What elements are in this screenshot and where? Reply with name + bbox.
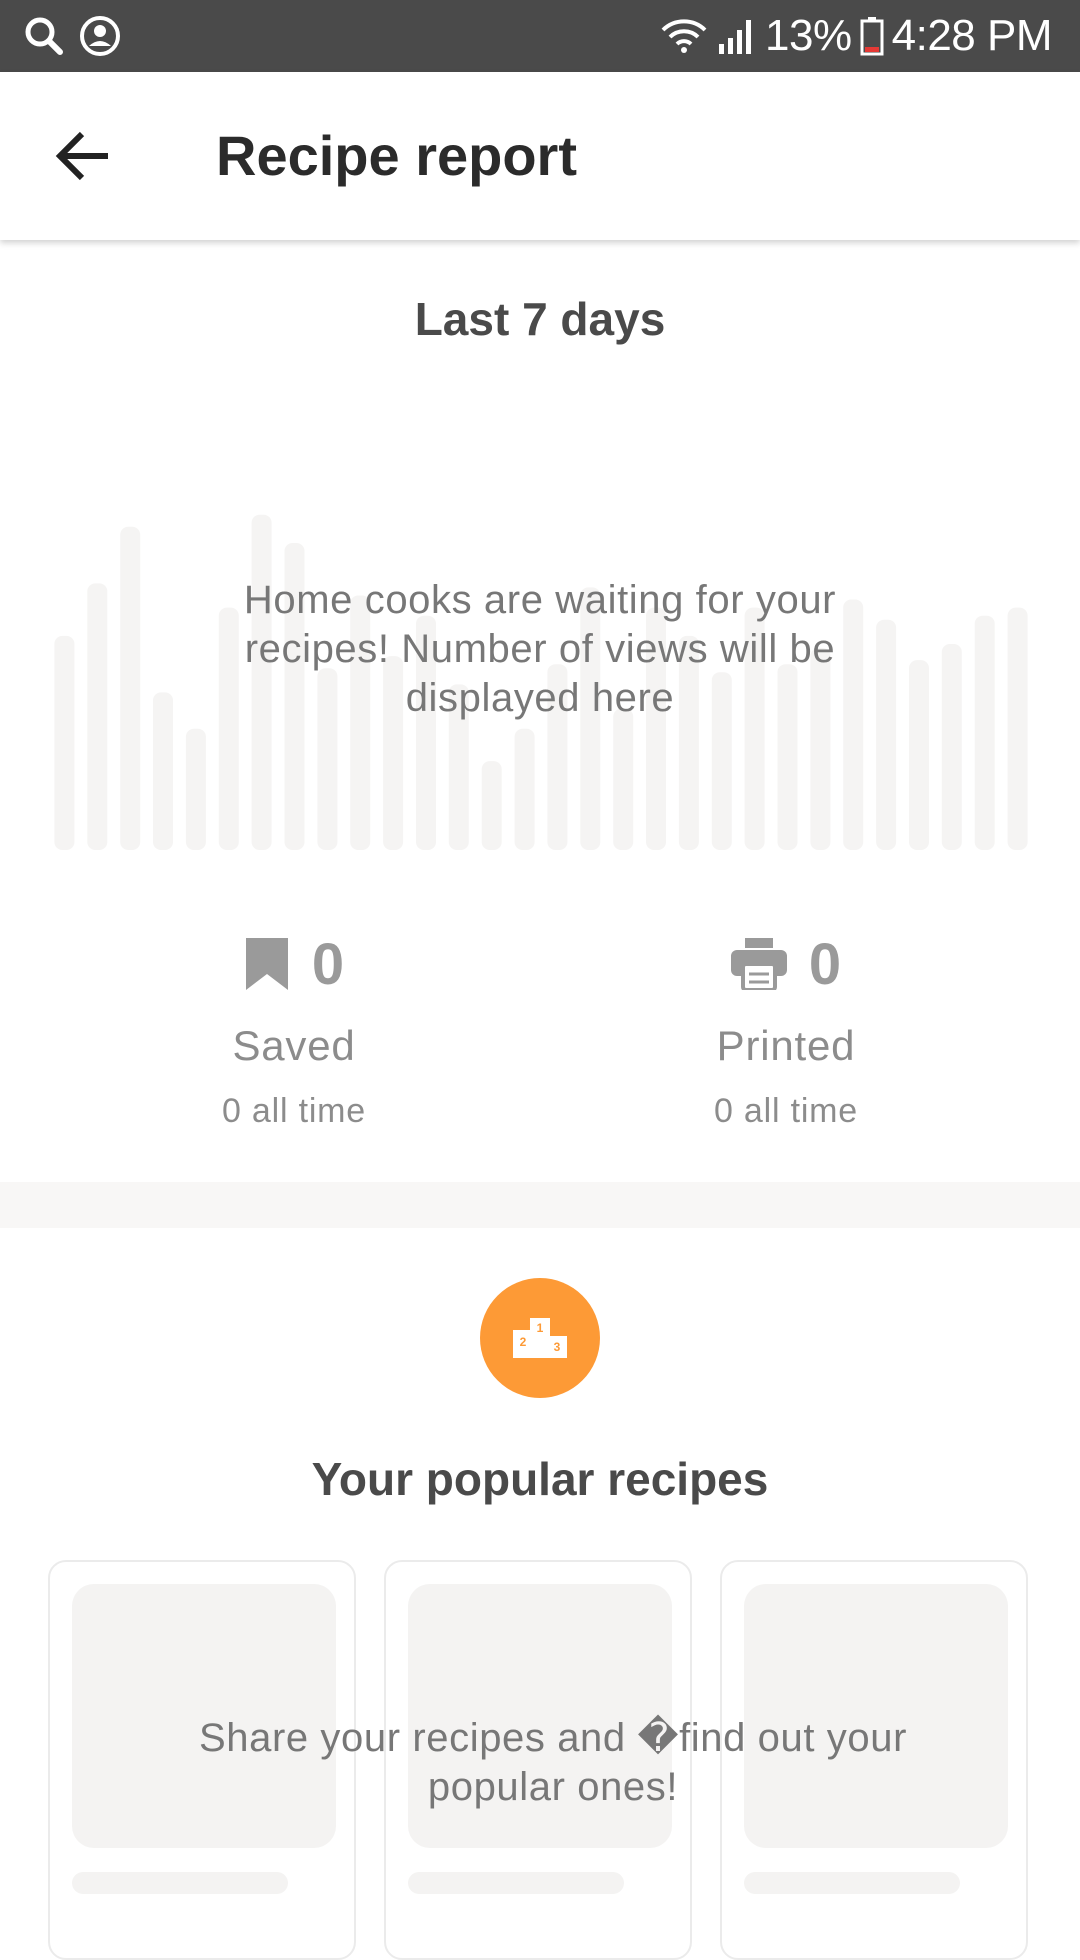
saved-all-time: 0 all time	[221, 1092, 367, 1130]
search-icon	[25, 17, 63, 55]
placeholder-bar	[481, 761, 502, 850]
placeholder-bar	[185, 728, 206, 850]
saved-stat: 0 Saved 0 all time	[94, 926, 494, 1131]
printed-stat: 0 Printed 0 all time	[586, 926, 986, 1131]
placeholder-bar	[941, 644, 962, 850]
printed-count: 0	[808, 931, 842, 997]
status-bar: 13% 4:28 PM	[0, 0, 1080, 72]
period-title: Last 7 days	[414, 293, 666, 345]
placeholder-bar	[613, 708, 634, 850]
podium-place-3: 3	[554, 1340, 561, 1354]
bookmark-icon	[245, 938, 288, 990]
card-title-placeholder	[744, 1872, 960, 1894]
placeholder-bar	[87, 583, 108, 850]
podium-place-2: 2	[520, 1335, 527, 1349]
page-title: Recipe report	[216, 124, 577, 187]
placeholder-bar	[1007, 607, 1028, 850]
printed-label: Printed	[716, 1022, 856, 1069]
popular-recipes-title: Your popular recipes	[311, 1453, 769, 1505]
clock: 4:28 PM	[891, 11, 1053, 60]
placeholder-bar	[153, 692, 173, 850]
saved-count: 0	[311, 931, 345, 997]
placeholder-bar	[514, 728, 535, 850]
saved-label: Saved	[232, 1022, 356, 1069]
views-empty-message: Home cooks are waiting for your recipes!…	[243, 578, 837, 720]
printer-icon	[730, 938, 787, 990]
arrow-left-icon	[55, 131, 108, 181]
placeholder-bar	[54, 635, 75, 850]
account-circle-icon	[80, 16, 120, 56]
section-divider	[0, 1182, 1080, 1228]
popular-empty-message: Share your recipes and �find out your po…	[198, 1716, 908, 1809]
podium-place-1: 1	[537, 1321, 544, 1335]
placeholder-bar	[909, 660, 929, 850]
placeholder-bar	[120, 526, 141, 850]
signal-icon	[719, 20, 752, 54]
card-title-placeholder	[72, 1872, 288, 1894]
back-button[interactable]	[52, 124, 116, 188]
podium-icon: 1 2 3	[513, 1318, 567, 1358]
battery-percent: 13%	[765, 11, 852, 60]
battery-low-icon	[860, 17, 884, 56]
app-bar: Recipe report	[0, 72, 1080, 240]
card-title-placeholder	[408, 1872, 624, 1894]
status-indicators: 13% 4:28 PM	[659, 0, 1053, 72]
printed-all-time: 0 all time	[713, 1092, 859, 1130]
placeholder-bar	[974, 615, 995, 850]
popular-badge: 1 2 3	[480, 1278, 600, 1398]
wifi-icon	[661, 19, 707, 53]
